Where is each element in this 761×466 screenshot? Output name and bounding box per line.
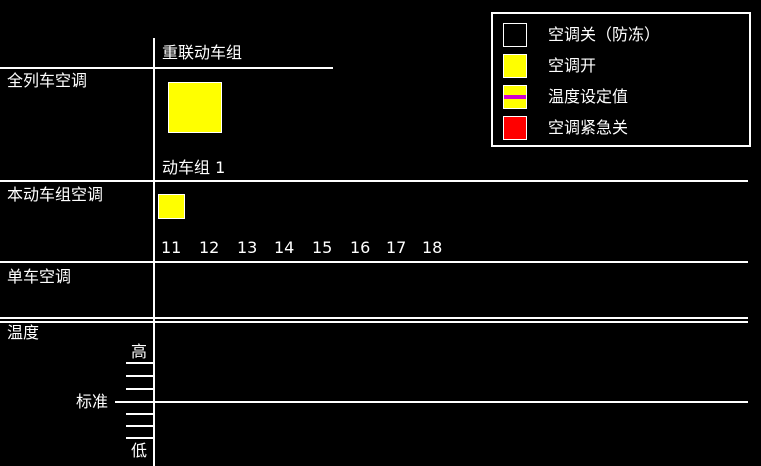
unit-1-label: 动车组 1 [162, 158, 226, 177]
car-number-17: 17 [386, 238, 407, 257]
emergency-off-swatch-icon [503, 116, 527, 140]
car-number-12: 12 [199, 238, 220, 257]
temperature-scale-tick [126, 413, 154, 415]
temperature-standard-label: 标准 [76, 392, 109, 411]
header-divider [0, 67, 333, 69]
section-divider [0, 317, 748, 319]
temperature-high-label: 高 [131, 342, 148, 361]
unit-1-ac-status[interactable] [168, 82, 222, 133]
temperature-scale-tick [126, 362, 154, 364]
car-number-11: 11 [161, 238, 182, 257]
section-divider [0, 321, 748, 323]
temperature-scale-tick [126, 375, 154, 377]
temperature-scale-tick [126, 388, 154, 390]
legend-label: 空调开 [548, 56, 597, 75]
single-car-ac-label: 单车空调 [7, 267, 72, 286]
car-number-15: 15 [312, 238, 333, 257]
legend-label: 空调关（防冻） [548, 25, 661, 44]
car-number-18: 18 [422, 238, 443, 257]
car-number-13: 13 [237, 238, 258, 257]
section-divider [0, 180, 748, 182]
temperature-scale-tick [126, 437, 154, 439]
legend-panel: 空调关（防冻） 空调开 温度设定值 空调紧急关 [491, 12, 751, 147]
temperature-scale-tick [126, 425, 154, 427]
ac-on-swatch-icon [503, 54, 527, 78]
legend-label: 空调紧急关 [548, 118, 629, 137]
car-number-14: 14 [274, 238, 295, 257]
legend-label: 温度设定值 [548, 87, 629, 106]
this-unit-ac-label: 本动车组空调 [7, 185, 104, 204]
section-divider [0, 261, 748, 263]
car-number-16: 16 [350, 238, 371, 257]
setpoint-swatch-icon [503, 85, 527, 109]
temperature-standard-line [115, 401, 748, 403]
temperature-low-label: 低 [131, 441, 148, 460]
car-11-ac-status[interactable] [158, 194, 185, 219]
header-title: 重联动车组 [162, 43, 243, 62]
ac-off-swatch-icon [503, 23, 527, 47]
temperature-label: 温度 [7, 323, 40, 342]
all-train-ac-label: 全列车空调 [7, 71, 88, 90]
